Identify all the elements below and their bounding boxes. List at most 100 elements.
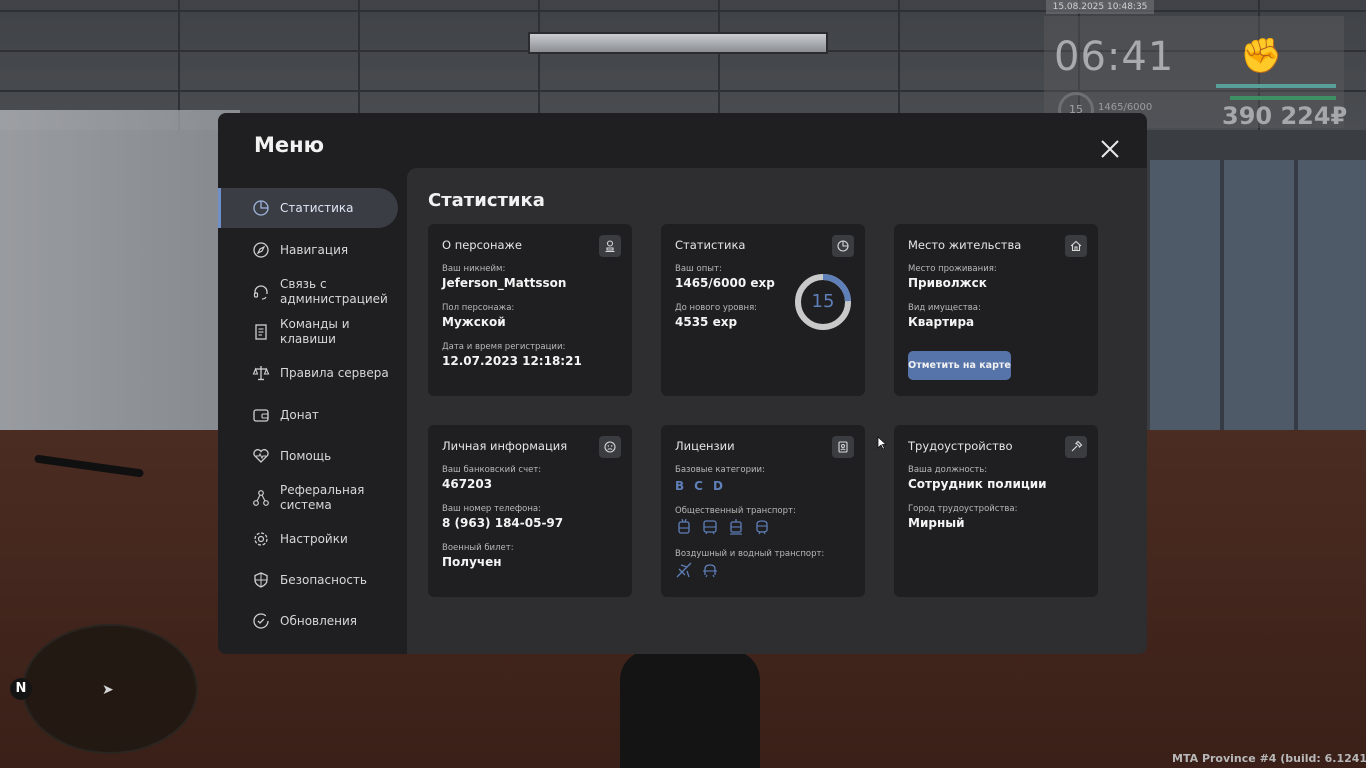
compass-icon xyxy=(252,241,270,259)
menu-modal: Меню Статистика Навигация Связь с админи… xyxy=(218,113,1147,654)
phone-value: 8 (963) 184-05-97 xyxy=(442,516,564,530)
bank-label: Ваш банковский счет: xyxy=(442,465,542,475)
hud-money: 390 224₽ xyxy=(1222,102,1348,130)
hud-exp: 1465/6000 xyxy=(1098,102,1153,113)
face-icon xyxy=(599,436,621,458)
city-value: Мирный xyxy=(908,516,965,530)
card-title: Место жительства xyxy=(908,238,1022,252)
phone-label: Ваш номер телефона: xyxy=(442,504,541,514)
place-value: Приволжск xyxy=(908,276,987,290)
city-label: Город трудоустройства: xyxy=(908,504,1018,514)
bank-value: 467203 xyxy=(442,477,493,491)
place-label: Место проживания: xyxy=(908,264,997,274)
scales-icon xyxy=(252,364,270,382)
air-water-transport-icons xyxy=(675,561,719,579)
gender-label: Пол персонажа: xyxy=(442,303,515,313)
basic-categories-label: Базовые категории: xyxy=(675,465,765,475)
category-d: D xyxy=(712,479,723,493)
network-icon xyxy=(252,489,270,507)
sidebar-item-label: Связь с администрацией xyxy=(280,277,388,306)
regdate-value: 12.07.2023 12:18:21 xyxy=(442,354,582,368)
sidebar-item-label: Настройки xyxy=(280,531,348,546)
modal-title: Меню xyxy=(254,133,325,157)
personal-card: Личная информация Ваш банковский счет: 4… xyxy=(428,425,632,597)
document-icon xyxy=(252,323,270,341)
sidebar-item-label: Реферальная система xyxy=(280,483,365,512)
bus-icon xyxy=(701,518,719,536)
content-title: Статистика xyxy=(428,190,545,211)
position-value: Сотрудник полиции xyxy=(908,477,1047,491)
public-transport-icons xyxy=(675,518,771,536)
sidebar-item-security[interactable]: Безопасность xyxy=(218,560,398,600)
sidebar-item-admin-contact[interactable]: Связь с администрацией xyxy=(218,270,398,314)
category-b: B xyxy=(675,479,685,493)
hammer-icon xyxy=(1065,436,1087,458)
card-title: О персонаже xyxy=(442,238,522,252)
metro-train-icon xyxy=(753,518,771,536)
player-character xyxy=(620,650,760,768)
mark-on-map-button[interactable]: Отметить на карте xyxy=(908,351,1011,380)
character-card: О персонаже Ваш никнейм: Jeferson_Mattss… xyxy=(428,224,632,396)
licenses-card: Лицензии Базовые категории: B C D Общест… xyxy=(661,425,865,597)
sidebar-item-updates[interactable]: Обновления xyxy=(218,601,398,641)
boat-icon xyxy=(701,561,719,579)
nickname-label: Ваш никнейм: xyxy=(442,264,506,274)
wallet-icon xyxy=(252,406,270,424)
sidebar-item-label: Безопасность xyxy=(280,572,367,587)
sidebar-item-label: Правила сервера xyxy=(280,365,389,380)
military-label: Военный билет: xyxy=(442,543,514,553)
sidebar-item-label: Помощь xyxy=(280,448,332,463)
public-transport-label: Общественный транспорт: xyxy=(675,506,796,516)
sidebar: Статистика Навигация Связь с администрац… xyxy=(218,188,406,654)
hud-clock: 06:41 xyxy=(1054,34,1175,80)
person-stamp-icon xyxy=(599,235,621,257)
military-value: Получен xyxy=(442,555,502,569)
regdate-label: Дата и время регистрации: xyxy=(442,342,566,352)
player-arrow-icon: ➤ xyxy=(102,682,114,698)
sidebar-item-referral[interactable]: Реферальная система xyxy=(218,476,398,520)
build-info: MTA Province #4 (build: 6.12416.9) xyxy=(1172,752,1366,765)
left-wall xyxy=(0,110,240,440)
next-level-value: 4535 exp xyxy=(675,315,738,329)
residence-card: Место жительства Место проживания: Приво… xyxy=(894,224,1098,396)
sidebar-item-commands[interactable]: Команды и клавиши xyxy=(218,312,398,352)
air-water-transport-label: Воздушный и водный транспорт: xyxy=(675,549,825,559)
sidebar-item-rules[interactable]: Правила сервера xyxy=(218,353,398,393)
next-level-label: До нового уровня: xyxy=(675,303,758,313)
exp-value: 1465/6000 exp xyxy=(675,276,775,290)
heart-pulse-icon xyxy=(252,447,270,465)
sidebar-item-help[interactable]: Помощь xyxy=(218,436,398,476)
trolleybus-icon xyxy=(675,518,693,536)
employment-card: Трудоустройство Ваша должность: Сотрудни… xyxy=(894,425,1098,597)
property-label: Вид имущества: xyxy=(908,303,981,313)
ceiling-light xyxy=(528,32,828,54)
property-value: Квартира xyxy=(908,315,975,329)
airplane-icon xyxy=(675,561,693,579)
mouse-cursor-icon xyxy=(877,436,887,450)
card-title: Личная информация xyxy=(442,439,568,453)
tram-icon xyxy=(727,518,745,536)
stats-card: Статистика Ваш опыт: 1465/6000 exp До но… xyxy=(661,224,865,396)
hud-datetime: 15.08.2025 10:48:35 xyxy=(1046,0,1154,14)
pie-chart-icon xyxy=(832,235,854,257)
card-title: Лицензии xyxy=(675,439,735,453)
gender-value: Мужской xyxy=(442,315,506,329)
sidebar-item-label: Навигация xyxy=(280,242,349,257)
basic-categories: B C D xyxy=(675,479,723,493)
sidebar-item-settings[interactable]: Настройки xyxy=(218,519,398,559)
shield-icon xyxy=(252,571,270,589)
sidebar-item-label: Донат xyxy=(280,407,319,422)
sidebar-item-statistics[interactable]: Статистика xyxy=(218,188,398,228)
house-icon xyxy=(1065,235,1087,257)
sidebar-item-navigation[interactable]: Навигация xyxy=(218,230,398,270)
position-label: Ваша должность: xyxy=(908,465,988,475)
content-panel: Статистика О персонаже Ваш никнейм: Jefe… xyxy=(407,168,1147,654)
headset-icon xyxy=(252,283,270,301)
close-button[interactable] xyxy=(1096,135,1124,163)
armor-bar xyxy=(1230,96,1336,100)
health-bar xyxy=(1216,84,1336,88)
pie-chart-icon xyxy=(252,199,270,217)
sidebar-item-donate[interactable]: Донат xyxy=(218,395,398,435)
level-number: 15 xyxy=(811,291,835,312)
nickname-value: Jeferson_Mattsson xyxy=(442,276,567,290)
